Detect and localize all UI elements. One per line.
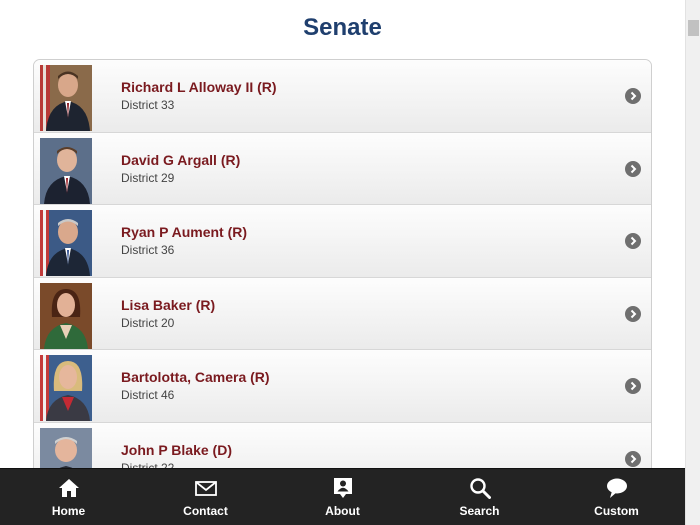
senator-district: District 20 (121, 315, 175, 330)
page-title: Senate (303, 14, 382, 41)
senator-district: District 36 (121, 243, 175, 257)
tab-search[interactable]: Search (411, 469, 548, 525)
senator-name: John P Blake (D) (121, 441, 232, 458)
list-item[interactable]: David G Argall (R) District 29 (34, 132, 651, 205)
page: Senate Richard L Alloway II (R) District… (0, 0, 685, 525)
senator-district: District 46 (121, 388, 175, 402)
envelope-icon (194, 477, 217, 499)
person-badge-icon (332, 477, 354, 499)
tab-home-label: Home (51, 504, 86, 518)
senator-list: Richard L Alloway II (R) District 33 Dav… (33, 59, 652, 499)
senator-photo (40, 210, 92, 276)
chevron-right-icon (625, 305, 641, 322)
senator-photo (40, 65, 92, 131)
scrollbar-thumb[interactable] (688, 20, 699, 36)
chevron-right-icon (625, 160, 641, 177)
tab-about[interactable]: About (274, 469, 411, 525)
tab-contact[interactable]: Contact (137, 469, 274, 525)
tab-custom-label: Custom (594, 504, 639, 518)
tab-custom[interactable]: Custom (548, 469, 685, 525)
senator-photo (40, 137, 92, 204)
chevron-right-icon (625, 88, 641, 104)
list-item[interactable]: Bartolotta, Camera (R) District 46 (34, 350, 651, 423)
senator-name: David G Argall (R) (121, 151, 241, 168)
senator-photo (40, 355, 92, 421)
senator-district: District 33 (121, 98, 175, 112)
senator-name: Bartolotta, Camera (R) (121, 369, 270, 385)
chevron-right-icon (625, 233, 641, 249)
chevron-right-icon (625, 378, 641, 394)
senator-name: Richard L Alloway II (R) (121, 79, 277, 95)
senator-photo (40, 282, 92, 349)
bottom-tab-bar: Home Contact About Search Custom (0, 468, 685, 525)
tab-contact-label: Contact (183, 504, 228, 518)
vertical-scrollbar[interactable] (685, 0, 700, 525)
tab-home[interactable]: Home (0, 469, 137, 525)
senator-district: District 29 (121, 170, 175, 185)
speech-bubble-icon (606, 477, 628, 499)
tab-about-label: About (325, 504, 360, 518)
list-item[interactable]: Richard L Alloway II (R) District 33 (34, 60, 651, 133)
list-item[interactable]: Ryan P Aument (R) District 36 (34, 205, 651, 278)
tab-search-label: Search (459, 504, 500, 518)
search-icon (469, 477, 491, 499)
senator-name: Ryan P Aument (R) (121, 224, 248, 240)
list-item[interactable]: Lisa Baker (R) District 20 (34, 277, 651, 350)
senator-name: Lisa Baker (R) (121, 296, 216, 313)
home-icon (58, 477, 80, 499)
chevron-right-icon (625, 450, 641, 467)
